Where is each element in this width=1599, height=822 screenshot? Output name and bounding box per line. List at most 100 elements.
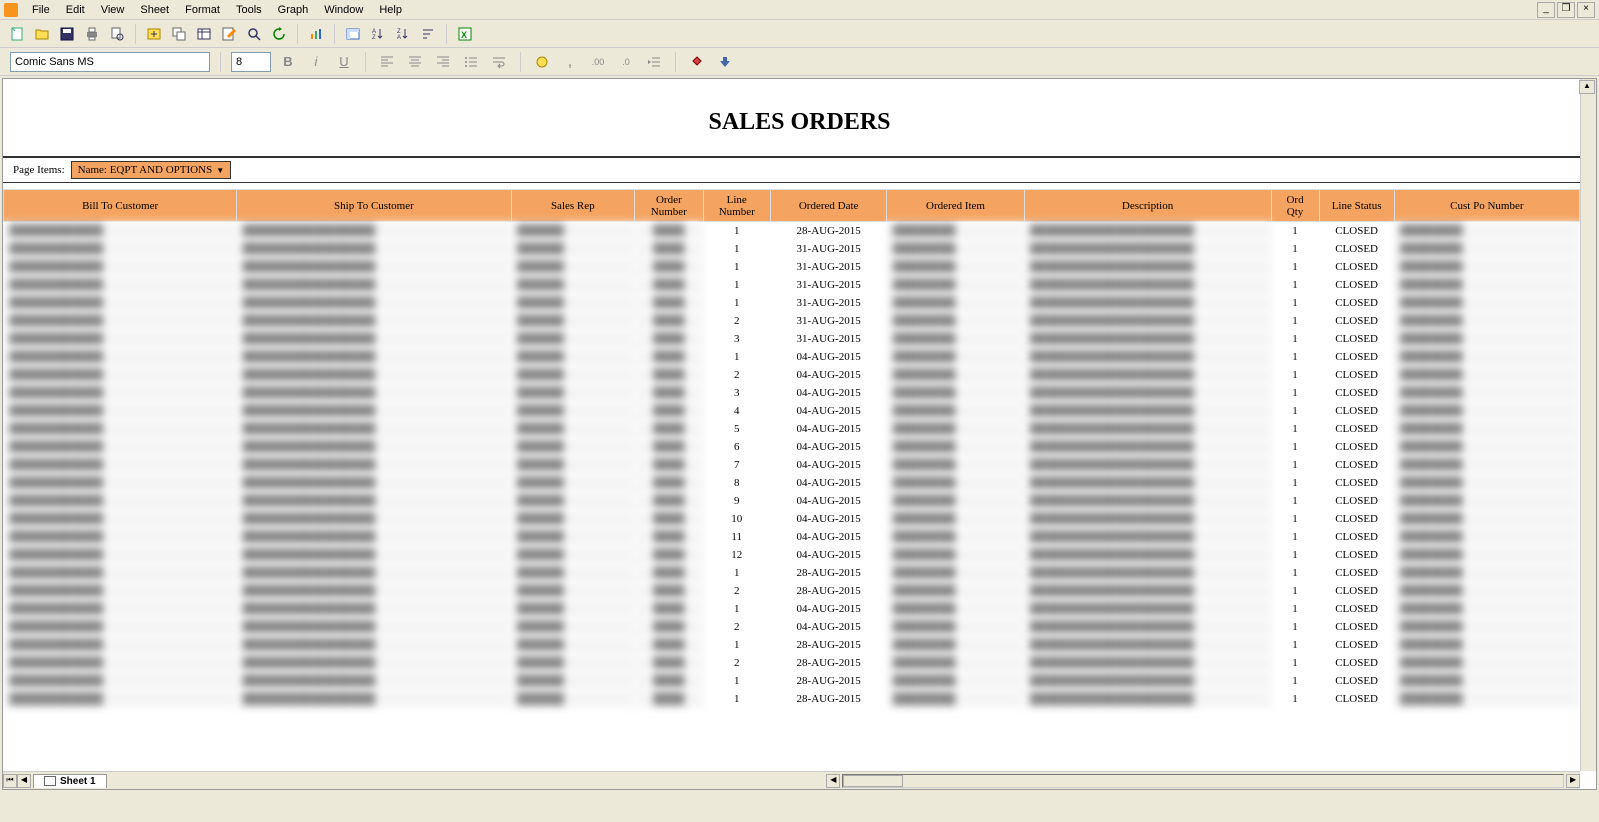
cell-ord-qty[interactable]: 1 — [1271, 474, 1319, 492]
cell-line-status[interactable]: CLOSED — [1319, 690, 1394, 708]
cell-sales-rep[interactable]: ██████ — [511, 510, 634, 528]
refresh-button[interactable] — [268, 23, 290, 45]
cell-description[interactable]: █████████████████████ — [1024, 348, 1271, 366]
table-layout-button[interactable] — [193, 23, 215, 45]
cell-line-number[interactable]: 6 — [703, 438, 770, 456]
cell-order-number[interactable]: ████ — [635, 456, 704, 474]
cell-bill-to[interactable]: ████████████ — [4, 672, 237, 690]
cell-ordered-date[interactable]: 28-AUG-2015 — [770, 690, 887, 708]
cell-line-number[interactable]: 1 — [703, 636, 770, 654]
cell-description[interactable]: █████████████████████ — [1024, 564, 1271, 582]
table-row[interactable]: ███████████████████████████████████████1… — [4, 672, 1580, 690]
cell-line-status[interactable]: CLOSED — [1319, 240, 1394, 258]
cell-ship-to[interactable]: █████████████████ — [237, 294, 511, 312]
cell-sales-rep[interactable]: ██████ — [511, 438, 634, 456]
cell-description[interactable]: █████████████████████ — [1024, 438, 1271, 456]
cell-ordered-item[interactable]: ████████ — [887, 456, 1024, 474]
group-sort-button[interactable] — [417, 23, 439, 45]
cell-sales-rep[interactable]: ██████ — [511, 222, 634, 240]
cell-ord-qty[interactable]: 1 — [1271, 240, 1319, 258]
cell-ord-qty[interactable]: 1 — [1271, 312, 1319, 330]
cell-cust-po[interactable]: ████████ — [1394, 366, 1579, 384]
cell-cust-po[interactable]: ████████ — [1394, 276, 1579, 294]
cell-ordered-date[interactable]: 31-AUG-2015 — [770, 240, 887, 258]
cell-ordered-item[interactable]: ████████ — [887, 600, 1024, 618]
cell-bill-to[interactable]: ████████████ — [4, 654, 237, 672]
menu-window[interactable]: Window — [316, 2, 371, 18]
cell-description[interactable]: █████████████████████ — [1024, 546, 1271, 564]
cell-line-number[interactable]: 2 — [703, 654, 770, 672]
cell-ordered-item[interactable]: ████████ — [887, 402, 1024, 420]
cell-order-number[interactable]: ████ — [635, 330, 704, 348]
table-row[interactable]: ███████████████████████████████████████1… — [4, 276, 1580, 294]
cell-description[interactable]: █████████████████████ — [1024, 510, 1271, 528]
cell-bill-to[interactable]: ████████████ — [4, 366, 237, 384]
cell-order-number[interactable]: ████ — [635, 384, 704, 402]
cell-ord-qty[interactable]: 1 — [1271, 438, 1319, 456]
cell-ord-qty[interactable]: 1 — [1271, 222, 1319, 240]
cell-line-number[interactable]: 1 — [703, 690, 770, 708]
cell-line-status[interactable]: CLOSED — [1319, 546, 1394, 564]
cell-bill-to[interactable]: ████████████ — [4, 492, 237, 510]
table-row[interactable]: ███████████████████████████████████████2… — [4, 582, 1580, 600]
cell-ordered-date[interactable]: 28-AUG-2015 — [770, 636, 887, 654]
cell-cust-po[interactable]: ████████ — [1394, 690, 1579, 708]
table-row[interactable]: ███████████████████████████████████████3… — [4, 330, 1580, 348]
cell-ship-to[interactable]: █████████████████ — [237, 384, 511, 402]
cell-ordered-item[interactable]: ████████ — [887, 222, 1024, 240]
cell-order-number[interactable]: ████ — [635, 222, 704, 240]
cell-bill-to[interactable]: ████████████ — [4, 564, 237, 582]
cell-description[interactable]: █████████████████████ — [1024, 474, 1271, 492]
cell-line-status[interactable]: CLOSED — [1319, 276, 1394, 294]
cell-description[interactable]: █████████████████████ — [1024, 582, 1271, 600]
table-row[interactable]: ███████████████████████████████████████1… — [4, 510, 1580, 528]
cell-line-status[interactable]: CLOSED — [1319, 438, 1394, 456]
cell-bill-to[interactable]: ████████████ — [4, 636, 237, 654]
cell-ordered-date[interactable]: 04-AUG-2015 — [770, 528, 887, 546]
cell-line-status[interactable]: CLOSED — [1319, 456, 1394, 474]
vertical-scrollbar[interactable]: ▲ — [1580, 79, 1596, 771]
cell-line-status[interactable]: CLOSED — [1319, 312, 1394, 330]
cell-line-number[interactable]: 1 — [703, 240, 770, 258]
cell-ordered-date[interactable]: 04-AUG-2015 — [770, 546, 887, 564]
cell-order-number[interactable]: ████ — [635, 438, 704, 456]
cell-line-status[interactable]: CLOSED — [1319, 330, 1394, 348]
cell-ship-to[interactable]: █████████████████ — [237, 312, 511, 330]
cell-line-number[interactable]: 2 — [703, 312, 770, 330]
header-ord-qty[interactable]: Ord Qty — [1271, 190, 1319, 222]
cell-line-status[interactable]: CLOSED — [1319, 492, 1394, 510]
fill-color-button[interactable] — [686, 51, 708, 73]
hscroll-track[interactable] — [842, 774, 1564, 788]
cell-ord-qty[interactable]: 1 — [1271, 546, 1319, 564]
cell-bill-to[interactable]: ████████████ — [4, 330, 237, 348]
cell-line-number[interactable]: 1 — [703, 564, 770, 582]
cell-cust-po[interactable]: ████████ — [1394, 636, 1579, 654]
cell-description[interactable]: █████████████████████ — [1024, 330, 1271, 348]
cell-bill-to[interactable]: ████████████ — [4, 600, 237, 618]
cell-line-status[interactable]: CLOSED — [1319, 384, 1394, 402]
indent-button[interactable] — [643, 51, 665, 73]
cell-ord-qty[interactable]: 1 — [1271, 456, 1319, 474]
scroll-up-button[interactable]: ▲ — [1579, 80, 1595, 94]
cell-ordered-date[interactable]: 28-AUG-2015 — [770, 582, 887, 600]
cell-ship-to[interactable]: █████████████████ — [237, 636, 511, 654]
cell-ship-to[interactable]: █████████████████ — [237, 564, 511, 582]
cell-description[interactable]: █████████████████████ — [1024, 366, 1271, 384]
cell-ordered-item[interactable]: ████████ — [887, 654, 1024, 672]
cell-ordered-date[interactable]: 28-AUG-2015 — [770, 222, 887, 240]
table-row[interactable]: ███████████████████████████████████████2… — [4, 366, 1580, 384]
cell-ship-to[interactable]: █████████████████ — [237, 546, 511, 564]
sort-desc-button[interactable]: ZA — [392, 23, 414, 45]
cell-line-number[interactable]: 3 — [703, 384, 770, 402]
sheet-tab[interactable]: Sheet 1 — [33, 774, 107, 788]
cell-sales-rep[interactable]: ██████ — [511, 672, 634, 690]
cell-ship-to[interactable]: █████████████████ — [237, 420, 511, 438]
cell-cust-po[interactable]: ████████ — [1394, 672, 1579, 690]
cell-ordered-item[interactable]: ████████ — [887, 618, 1024, 636]
cell-line-status[interactable]: CLOSED — [1319, 474, 1394, 492]
cell-sales-rep[interactable]: ██████ — [511, 600, 634, 618]
cell-cust-po[interactable]: ████████ — [1394, 330, 1579, 348]
cell-ord-qty[interactable]: 1 — [1271, 384, 1319, 402]
cell-bill-to[interactable]: ████████████ — [4, 222, 237, 240]
cell-sales-rep[interactable]: ██████ — [511, 636, 634, 654]
